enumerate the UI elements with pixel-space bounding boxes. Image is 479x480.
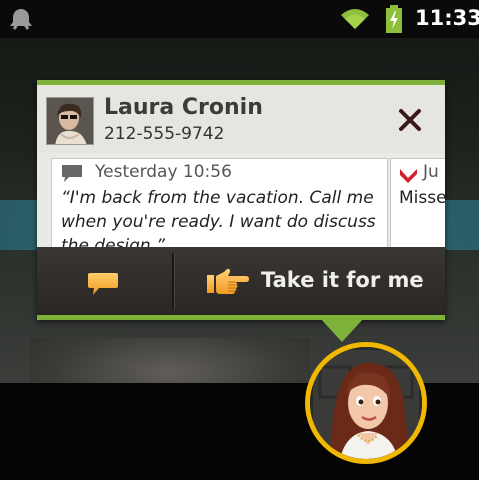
take-it-for-me-label: Take it for me bbox=[261, 268, 424, 292]
message-text: “I'm back from the vacation. Call me whe… bbox=[61, 188, 376, 253]
message-card[interactable]: Yesterday 10:56 “I'm back from the vacat… bbox=[51, 158, 388, 253]
contact-name: Laura Cronin bbox=[104, 95, 263, 120]
assistant-avatar bbox=[310, 347, 422, 459]
message-time: Yesterday 10:56 bbox=[95, 162, 232, 182]
battery-charging-icon bbox=[386, 5, 402, 33]
notification-icon bbox=[10, 9, 32, 30]
popup-pointer bbox=[320, 318, 364, 342]
reply-button[interactable] bbox=[37, 247, 172, 315]
missed-call-card[interactable]: Ju Misse bbox=[390, 158, 445, 253]
take-it-for-me-button[interactable]: Take it for me bbox=[175, 247, 445, 315]
pointing-hand-icon bbox=[207, 268, 249, 294]
status-bar: 11:33 bbox=[0, 0, 479, 38]
missed-call-time: Ju bbox=[423, 162, 439, 182]
contact-popup: Laura Cronin 212-555-9742 Yesterday 10:5… bbox=[37, 80, 445, 320]
popup-action-bar: Take it for me bbox=[37, 247, 445, 315]
popup-header: Laura Cronin 212-555-9742 bbox=[37, 85, 445, 153]
assistant-avatar-button[interactable] bbox=[305, 342, 427, 464]
contact-phone: 212-555-9742 bbox=[104, 124, 225, 144]
speech-bubble-icon bbox=[88, 273, 118, 295]
contact-avatar bbox=[46, 97, 94, 145]
missed-call-icon bbox=[400, 169, 417, 183]
chat-bubble-icon bbox=[62, 165, 82, 182]
close-icon[interactable] bbox=[397, 107, 423, 133]
missed-call-text: Misse bbox=[399, 188, 445, 208]
wifi-icon bbox=[341, 9, 369, 29]
status-clock: 11:33 bbox=[415, 6, 479, 30]
